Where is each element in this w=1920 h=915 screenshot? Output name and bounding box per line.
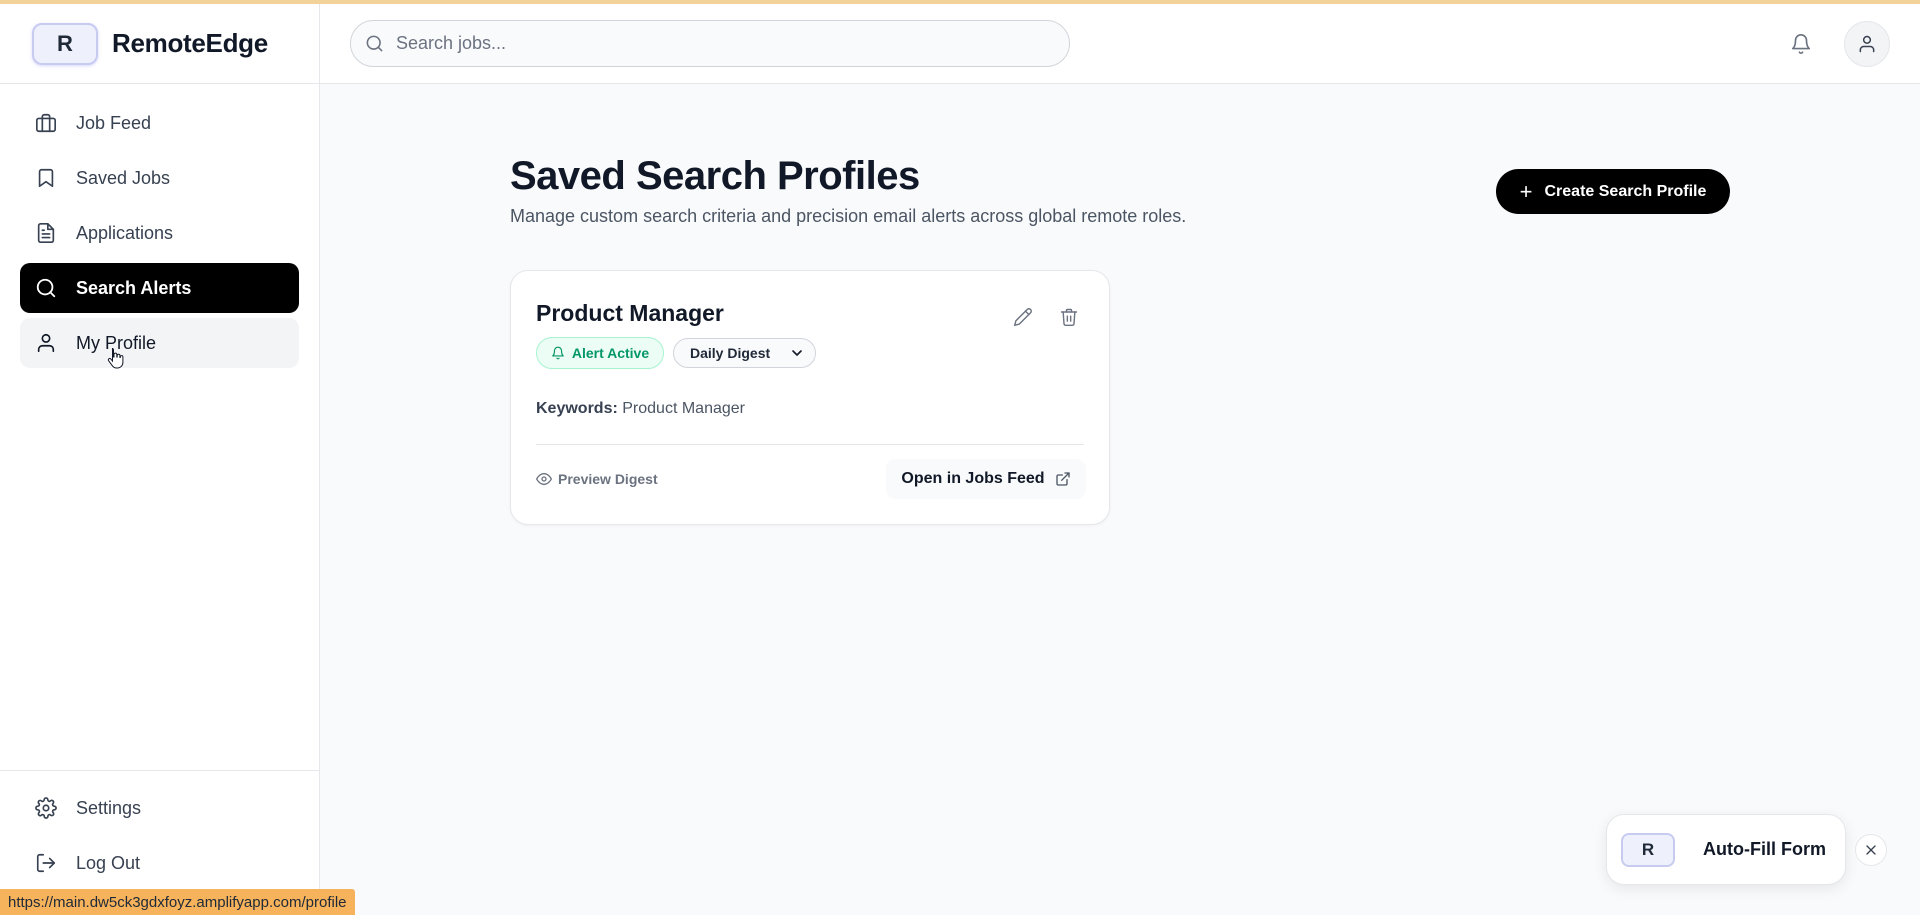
sidebar-item-label: Saved Jobs [76, 167, 171, 188]
profile-title: Product Manager [536, 300, 724, 326]
sidebar-item-log-out[interactable]: Log Out [20, 838, 299, 888]
frequency-select[interactable]: Daily Digest [673, 338, 816, 368]
page-title: Saved Search Profiles [510, 154, 920, 198]
keywords-row: Keywords: Product Manager [536, 400, 745, 418]
edit-icon[interactable] [1011, 305, 1035, 329]
status-bar-url: https://main.dw5ck3gdxfoyz.amplifyapp.co… [0, 889, 355, 915]
sidebar-item-my-profile[interactable]: My Profile [20, 318, 299, 368]
avatar[interactable] [1844, 21, 1890, 67]
sidebar-item-saved-jobs[interactable]: Saved Jobs [20, 153, 299, 203]
keywords-value: Product Manager [622, 400, 745, 417]
open-feed-label: Open in Jobs Feed [901, 470, 1045, 487]
autofill-logo: R [1621, 832, 1675, 867]
sidebar-item-job-feed[interactable]: Job Feed [20, 98, 299, 148]
external-link-icon [1055, 471, 1071, 487]
sidebar-item-label: Log Out [76, 852, 141, 873]
hand-cursor-icon [107, 347, 125, 374]
document-icon [34, 221, 58, 245]
autofill-label: Auto-Fill Form [1703, 839, 1826, 859]
briefcase-icon [34, 111, 58, 135]
plus-icon: + [1519, 178, 1533, 204]
bell-icon[interactable] [1785, 28, 1817, 60]
sidebar-item-applications[interactable]: Applications [20, 208, 299, 258]
eye-icon [536, 471, 552, 487]
preview-digest-label: Preview Digest [558, 471, 658, 487]
search-icon [365, 34, 384, 53]
brand-name: RemoteEdge [112, 28, 268, 58]
card-actions [1011, 305, 1081, 329]
sidebar-item-label: Settings [76, 797, 142, 818]
gear-icon [34, 796, 58, 820]
top-header [320, 4, 1920, 84]
brand-logo: R [32, 22, 98, 65]
preview-digest-link[interactable]: Preview Digest [536, 471, 658, 487]
search-box[interactable] [350, 20, 1070, 67]
sidebar-item-label: Job Feed [76, 112, 152, 133]
open-in-jobs-feed-button[interactable]: Open in Jobs Feed [886, 459, 1086, 499]
close-icon[interactable] [1855, 834, 1887, 866]
frequency-value: Daily Digest [690, 345, 771, 361]
search-profile-card: Product Manager Alert Active Daily Diges… [510, 270, 1110, 525]
create-button-label: Create Search Profile [1544, 182, 1707, 200]
sidebar-item-settings[interactable]: Settings [20, 783, 299, 833]
sidebar: R RemoteEdge Job Feed Saved Jobs Applica… [0, 4, 320, 915]
status-badge: Alert Active [536, 337, 664, 369]
brand[interactable]: R RemoteEdge [0, 4, 319, 84]
bell-icon [551, 346, 565, 360]
create-search-profile-button[interactable]: + Create Search Profile [1496, 169, 1730, 214]
search-icon [34, 276, 58, 300]
sidebar-nav: Job Feed Saved Jobs Applications Search … [0, 84, 319, 368]
keywords-label: Keywords: [536, 400, 618, 417]
logout-icon [34, 851, 58, 875]
chevron-down-icon [789, 345, 805, 361]
card-divider [536, 444, 1084, 445]
user-icon [1857, 34, 1877, 54]
search-input[interactable] [396, 33, 1036, 54]
main-content: Saved Search Profiles Manage custom sear… [320, 84, 1920, 915]
sidebar-item-search-alerts[interactable]: Search Alerts [20, 263, 299, 313]
sidebar-item-label: Applications [76, 222, 174, 243]
sidebar-item-label: Search Alerts [76, 277, 192, 298]
user-icon [34, 331, 58, 355]
bookmark-icon [34, 166, 58, 190]
page-subtitle: Manage custom search criteria and precis… [510, 206, 1187, 226]
trash-icon[interactable] [1057, 305, 1081, 329]
status-badge-label: Alert Active [571, 345, 650, 361]
auto-fill-widget[interactable]: R Auto-Fill Form [1606, 814, 1846, 885]
